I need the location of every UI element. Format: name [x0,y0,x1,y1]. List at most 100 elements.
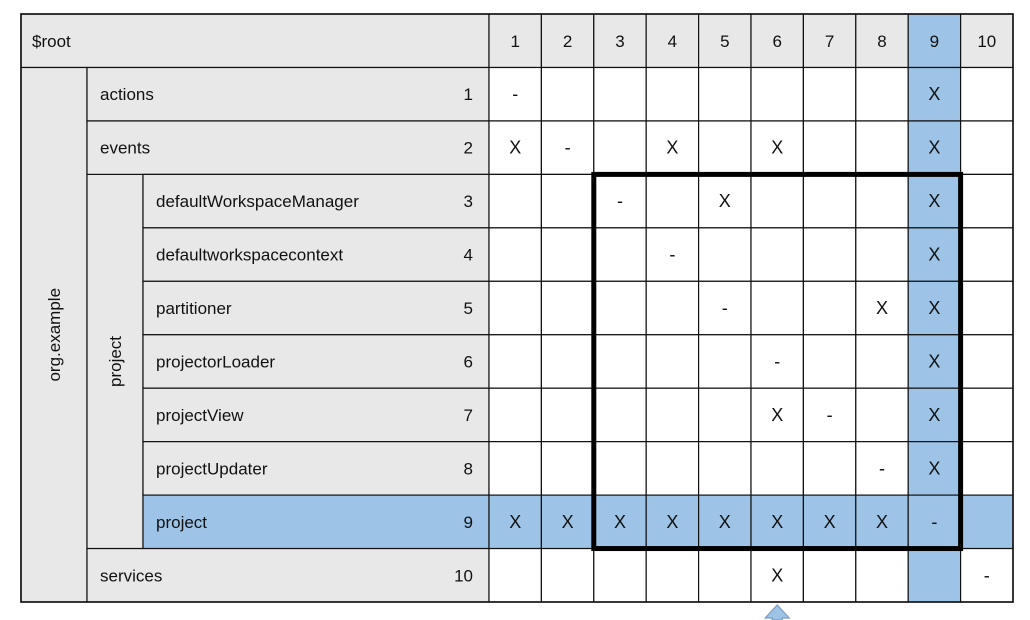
row-label: projectorLoader [156,352,275,371]
dependency-mark: X [614,512,626,532]
matrix-cell [855,387,909,443]
self-dependency-mark: - [984,565,990,585]
matrix-cell [540,227,595,282]
matrix-cell [593,280,647,336]
dependency-mark: X [928,298,940,318]
column-headers: 1 2 3 4 5 6 7 8 9 10 [488,13,1014,69]
matrix-cell [488,387,543,443]
matrix-cell [645,280,700,336]
matrix-cell [697,547,752,603]
matrix-cell [959,494,1014,550]
self-dependency-mark: - [617,191,623,211]
root-header-cell [20,13,490,69]
row-number: 4 [464,246,473,265]
matrix-cell [540,387,595,443]
matrix-cell [959,387,1014,443]
group-label-org.example: org.example [45,288,64,382]
self-dependency-mark: - [827,405,833,425]
dependency-mark: X [771,512,783,532]
group-label-project: project [106,336,125,387]
row-number: 5 [464,299,473,318]
matrix-cell [488,334,543,389]
self-dependency-mark: - [512,84,518,104]
self-dependency-mark: - [669,245,675,265]
matrix-cell [540,547,595,603]
row-label: projectView [156,406,244,425]
column-pointer [763,604,791,620]
dependency-mark: X [719,191,731,211]
matrix-cell [855,173,909,229]
matrix-cell [593,66,647,122]
matrix-cell [750,66,805,122]
dependency-mark: X [771,138,783,158]
matrix-cell [802,66,857,122]
matrix-cell [750,280,805,336]
matrix-cell [802,441,857,496]
root-label: $root [32,32,71,51]
dependency-mark: X [666,512,678,532]
row-number: 2 [464,139,473,158]
matrix-cell [959,280,1014,336]
dependency-structure-matrix: $root 1 2 3 4 5 6 7 8 9 10 org.example project act… [20,13,1014,620]
matrix-cell [855,227,909,282]
matrix-cell [750,173,805,229]
self-dependency-mark: - [879,458,885,478]
matrix-cell [488,173,543,229]
matrix-cell [959,334,1014,389]
dependency-mark: X [928,458,940,478]
row-number: 7 [464,406,473,425]
matrix-cell [697,120,752,175]
dependency-mark: X [771,565,783,585]
matrix-cell [593,120,647,175]
matrix-header: $root [20,13,490,69]
row-label: projectUpdater [156,459,268,478]
matrix-cell [645,387,700,443]
matrix-cell [593,387,647,443]
row-number: 8 [464,459,473,478]
column-number-4: 4 [668,32,677,51]
matrix-cell [959,66,1014,122]
matrix-cell [750,227,805,282]
dependency-mark: X [928,191,940,211]
row-label: partitioner [156,299,232,318]
matrix-cell [802,334,857,389]
self-dependency-mark: - [774,351,780,371]
self-dependency-mark: - [722,298,728,318]
matrix-cell [488,227,543,282]
dependency-mark: X [928,138,940,158]
row-label: project [156,513,207,532]
matrix-cell [645,441,700,496]
matrix-cell [488,547,543,603]
column-number-6: 6 [772,32,781,51]
column-number-2: 2 [563,32,572,51]
matrix-cell [697,66,752,122]
matrix-cell [802,280,857,336]
dependency-mark: X [928,351,940,371]
matrix-cell [540,66,595,122]
matrix-cell [540,173,595,229]
column-number-10: 10 [977,32,996,51]
column-number-8: 8 [877,32,886,51]
row-label: events [100,139,150,158]
matrix-cell [855,120,909,175]
column-number-9: 9 [930,32,939,51]
dependency-mark: X [876,512,888,532]
matrix-cell [488,441,543,496]
up-arrow-icon [763,604,791,620]
matrix-cell [959,173,1014,229]
dependency-mark: X [928,245,940,265]
matrix-cell [593,227,647,282]
column-number-1: 1 [510,32,519,51]
dependency-mark: X [928,405,940,425]
matrix-cell [697,387,752,443]
matrix-cell [593,547,647,603]
dependency-mark: X [771,405,783,425]
matrix-cell [855,334,909,389]
matrix-cell [593,334,647,389]
matrix-cell [907,547,962,603]
dependency-mark: X [666,138,678,158]
column-number-5: 5 [720,32,729,51]
matrix-cell [645,173,700,229]
dependency-mark: X [876,298,888,318]
matrix-cell [540,441,595,496]
